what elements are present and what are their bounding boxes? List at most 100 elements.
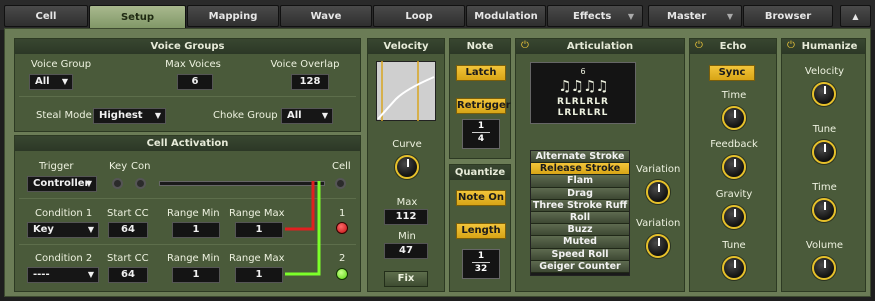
choke-group-label: Choke Group [213, 110, 278, 121]
humanize-velocity-knob[interactable] [812, 82, 836, 106]
tab-cell[interactable]: Cell [4, 5, 88, 27]
trigger-label: Trigger [39, 161, 74, 172]
note-panel: Note Latch Retrigger 14 [449, 38, 511, 159]
voice-group-select[interactable]: All [29, 74, 73, 90]
retrigger-button[interactable]: Retrigger [456, 98, 511, 114]
humanize-time-knob[interactable] [812, 198, 836, 222]
choke-group-select[interactable]: All [281, 108, 333, 124]
feedback-knob[interactable] [722, 155, 746, 179]
condition1-start-cc[interactable]: 64 [108, 222, 148, 238]
condition2-range-max-label: Range Max [229, 253, 285, 264]
condition1-range-min[interactable]: 1 [172, 222, 220, 238]
list-item[interactable]: Speed Roll [531, 248, 629, 261]
echo-time-label: Time [721, 90, 747, 101]
velocity-min-label: Min [398, 231, 416, 242]
condition2-range-max[interactable]: 1 [235, 267, 283, 283]
humanize-volume-knob[interactable] [812, 256, 836, 280]
setup-page: Voice Groups Voice Group All Max Voices … [4, 28, 871, 297]
routing-lines [285, 181, 321, 276]
gravity-knob[interactable] [722, 205, 746, 229]
sticking-line-1: RLRLRLR [557, 97, 609, 107]
list-item[interactable]: Release Stroke [531, 163, 629, 176]
condition1-select[interactable]: Key [27, 222, 99, 238]
condition1-indicator-label: 1 [339, 208, 346, 219]
sync-button[interactable]: Sync [709, 65, 755, 81]
curve-knob[interactable] [395, 155, 419, 179]
articulation-power-icon[interactable]: ⏻ [521, 41, 531, 51]
voice-group-label: Voice Group [30, 59, 92, 70]
condition2-range-min[interactable]: 1 [172, 267, 220, 283]
list-item[interactable]: Muted [531, 236, 629, 249]
condition1-range-max[interactable]: 1 [235, 222, 283, 238]
list-item[interactable]: Drag [531, 187, 629, 200]
velocity-max-value[interactable]: 112 [384, 209, 428, 225]
condition1-led [336, 222, 348, 234]
max-voices-label: Max Voices [165, 59, 221, 70]
condition2-indicator-label: 2 [339, 253, 346, 264]
list-item[interactable]: Three Stroke Ruff [531, 199, 629, 212]
humanize-time-label: Time [812, 182, 837, 193]
tab-loop[interactable]: Loop [373, 5, 465, 27]
velocity-curve-graph[interactable] [376, 61, 436, 121]
condition2-start-cc[interactable]: 64 [108, 267, 148, 283]
echo-time-knob[interactable] [722, 106, 746, 130]
condition1-range-min-label: Range Min [167, 208, 220, 219]
tab-browser[interactable]: Browser [743, 5, 833, 27]
steal-mode-select[interactable]: Highest [93, 108, 166, 124]
condition2-select[interactable]: ---- [27, 267, 99, 283]
velocity-max-label: Max [396, 197, 418, 208]
notation-display: 6 ♫♫♫♫ RLRLRLR LRLRLRL [530, 62, 636, 124]
humanize-panel: Humanize ⏻ Velocity Tune Time Volume [781, 38, 866, 292]
tab-bar: Cell Setup Mapping Wave Loop Modulation … [0, 0, 875, 30]
tab-wave[interactable]: Wave [280, 5, 372, 27]
cell-label: Cell [332, 161, 351, 172]
app-root: Cell Setup Mapping Wave Loop Modulation … [0, 0, 875, 301]
note-on-button[interactable]: Note On [456, 190, 506, 206]
condition1-start-cc-label: Start CC [107, 208, 149, 219]
max-voices-value[interactable]: 6 [177, 74, 213, 90]
velocity-min-value[interactable]: 47 [384, 243, 428, 259]
con-indicator [135, 178, 146, 189]
cell-activation-title: Cell Activation [15, 136, 360, 151]
quantize-title: Quantize [450, 165, 510, 180]
chevron-down-icon: ▼ [627, 11, 634, 21]
condition2-range-min-label: Range Min [167, 253, 220, 264]
note-length-value[interactable]: 14 [462, 119, 500, 149]
tab-effects[interactable]: Effects ▼ [547, 5, 643, 27]
articulation-list: Alternate Stroke Release Stroke Flam Dra… [530, 150, 630, 276]
tab-mapping[interactable]: Mapping [187, 5, 279, 27]
latch-button[interactable]: Latch [456, 65, 506, 81]
humanize-tune-knob[interactable] [812, 140, 836, 164]
list-item[interactable]: Buzz [531, 224, 629, 237]
quantize-frac-den: 32 [474, 264, 488, 274]
trigger-select[interactable]: Controller [27, 176, 97, 192]
voice-overlap-value[interactable]: 128 [291, 74, 329, 90]
humanize-power-icon[interactable]: ⏻ [787, 41, 797, 51]
list-item[interactable]: Geiger Counter [531, 260, 629, 273]
tab-effects-label: Effects [573, 10, 612, 22]
con-label: Con [131, 161, 151, 172]
tab-setup[interactable]: Setup [89, 5, 186, 30]
quantize-panel: Quantize Note On Length 1 32 [449, 164, 511, 292]
condition1-range-max-label: Range Max [229, 208, 285, 219]
variation2-knob[interactable] [646, 234, 670, 258]
tab-master[interactable]: Master ▼ [648, 5, 742, 27]
variation1-label: Variation [636, 164, 681, 175]
length-button[interactable]: Length [456, 223, 506, 239]
list-item[interactable]: Flam [531, 175, 629, 188]
quantize-length-value[interactable]: 1 32 [462, 249, 500, 279]
list-item[interactable]: Roll [531, 211, 629, 225]
voice-overlap-label: Voice Overlap [270, 59, 340, 70]
echo-tune-knob[interactable] [722, 256, 746, 280]
tab-modulation[interactable]: Modulation [466, 5, 546, 27]
curve-label: Curve [392, 139, 422, 150]
voice-groups-title: Voice Groups [15, 39, 360, 54]
condition2-start-cc-label: Start CC [107, 253, 149, 264]
variation1-knob[interactable] [646, 180, 670, 204]
collapse-up-icon[interactable]: ▲ [840, 5, 871, 27]
echo-tune-label: Tune [722, 240, 746, 251]
echo-power-icon[interactable]: ⏻ [695, 41, 705, 51]
fix-button[interactable]: Fix [384, 271, 428, 287]
list-item[interactable]: Alternate Stroke [531, 151, 629, 164]
humanize-volume-label: Volume [805, 240, 844, 251]
